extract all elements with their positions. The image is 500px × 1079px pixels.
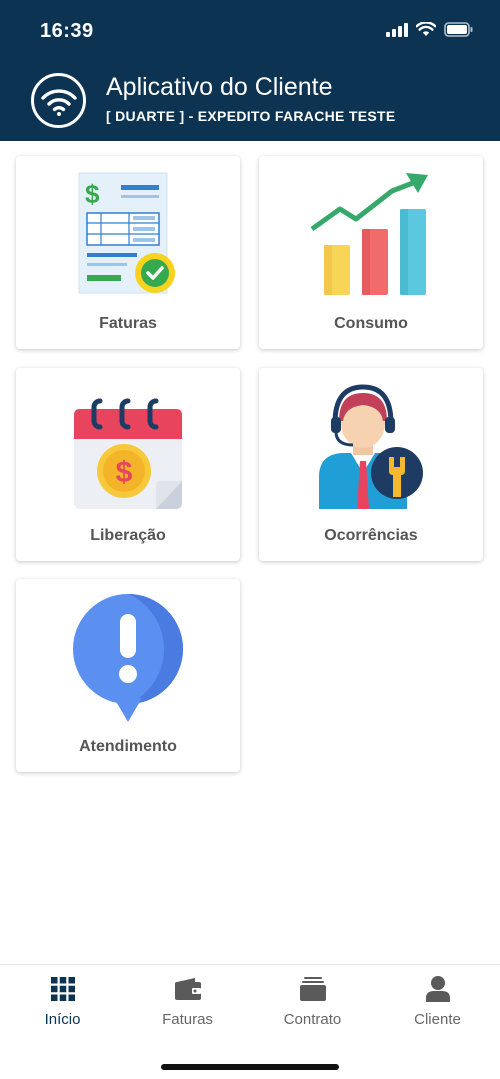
person-icon (425, 976, 450, 1002)
wallet-icon (174, 978, 201, 1000)
signal-icon (386, 22, 408, 37)
nav-item-cliente[interactable]: Cliente (375, 975, 500, 1030)
wifi-icon (416, 22, 436, 36)
alert-bubble-icon (16, 587, 240, 727)
svg-text:$: $ (116, 456, 133, 489)
status-bar: 16:39 (0, 0, 500, 60)
liberacao-card-label: Liberação (90, 527, 166, 544)
nav-label-contrato: Contrato (283, 1011, 342, 1028)
atendimento-card-label: Atendimento (79, 738, 177, 755)
status-icons (386, 22, 474, 37)
app-header: 16:39 Aplicativo do Cliente [DUARTE] -… (0, 0, 500, 141)
svg-text:$: $ (85, 179, 100, 209)
home-indicator (161, 1064, 339, 1070)
status-time: 16:39 (40, 20, 94, 42)
calendar-payment-icon: $ (16, 376, 240, 516)
consumo-card-label: Consumo (334, 315, 408, 332)
app-title: Aplicativo do Cliente (106, 73, 333, 101)
invoice-icon: $ (16, 164, 240, 304)
nav-item-inicio[interactable]: Início (0, 975, 125, 1030)
faturas-card-label: Faturas (99, 315, 157, 332)
ocorrencias-card-label: Ocorrências (324, 527, 418, 544)
nav-label-faturas: Faturas (162, 1011, 213, 1028)
grid-icon (50, 977, 75, 1001)
folder-icon (299, 977, 326, 1001)
support-agent-icon (259, 376, 483, 516)
bottom-navigation: Início Faturas Contrato Cliente (0, 964, 500, 1034)
battery-icon (444, 22, 473, 37)
nav-label-inicio: Início (44, 1011, 81, 1028)
nav-item-contrato[interactable]: Contrato (250, 975, 375, 1030)
wifi-logo-icon (31, 73, 86, 128)
faturas-card[interactable]: $ Faturas (16, 156, 240, 349)
consumo-card[interactable]: Consumo (259, 156, 483, 349)
nav-label-cliente: Cliente (414, 1011, 461, 1028)
nav-item-faturas[interactable]: Faturas (125, 975, 250, 1030)
atendimento-card[interactable]: Atendimento (16, 579, 240, 772)
growth-chart-icon (259, 164, 483, 304)
liberacao-card[interactable]: $ Liberação (16, 368, 240, 561)
client-subtitle: [ DUARTE ] - EXPEDITO FARACHE TESTE (106, 108, 396, 124)
ocorrencias-card[interactable]: Ocorrências (259, 368, 483, 561)
